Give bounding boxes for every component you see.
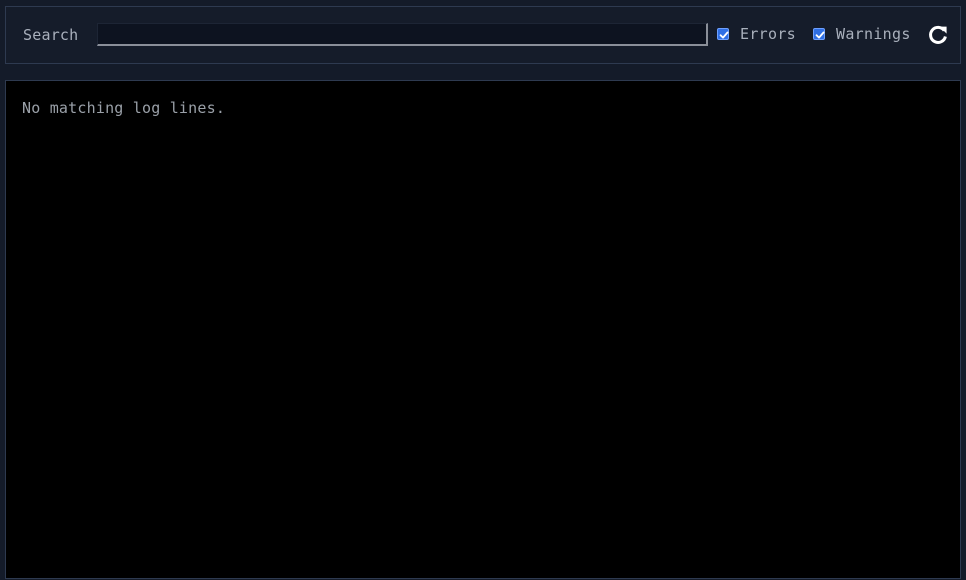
log-output-panel: No matching log lines. xyxy=(5,80,961,579)
warnings-filter[interactable]: Warnings xyxy=(813,25,911,43)
checkmark-icon xyxy=(815,31,825,39)
search-label: Search xyxy=(23,26,79,44)
warnings-checkbox[interactable] xyxy=(813,28,825,40)
errors-filter[interactable]: Errors xyxy=(717,25,796,43)
search-input[interactable] xyxy=(97,23,708,46)
errors-checkbox[interactable] xyxy=(717,28,729,40)
errors-label: Errors xyxy=(740,25,796,43)
log-toolbar: Search Errors Warnings xyxy=(5,6,961,64)
refresh-button[interactable] xyxy=(927,24,949,46)
empty-log-message: No matching log lines. xyxy=(22,99,226,117)
checkmark-icon xyxy=(719,31,729,39)
refresh-icon xyxy=(929,25,947,44)
warnings-label: Warnings xyxy=(836,25,911,43)
